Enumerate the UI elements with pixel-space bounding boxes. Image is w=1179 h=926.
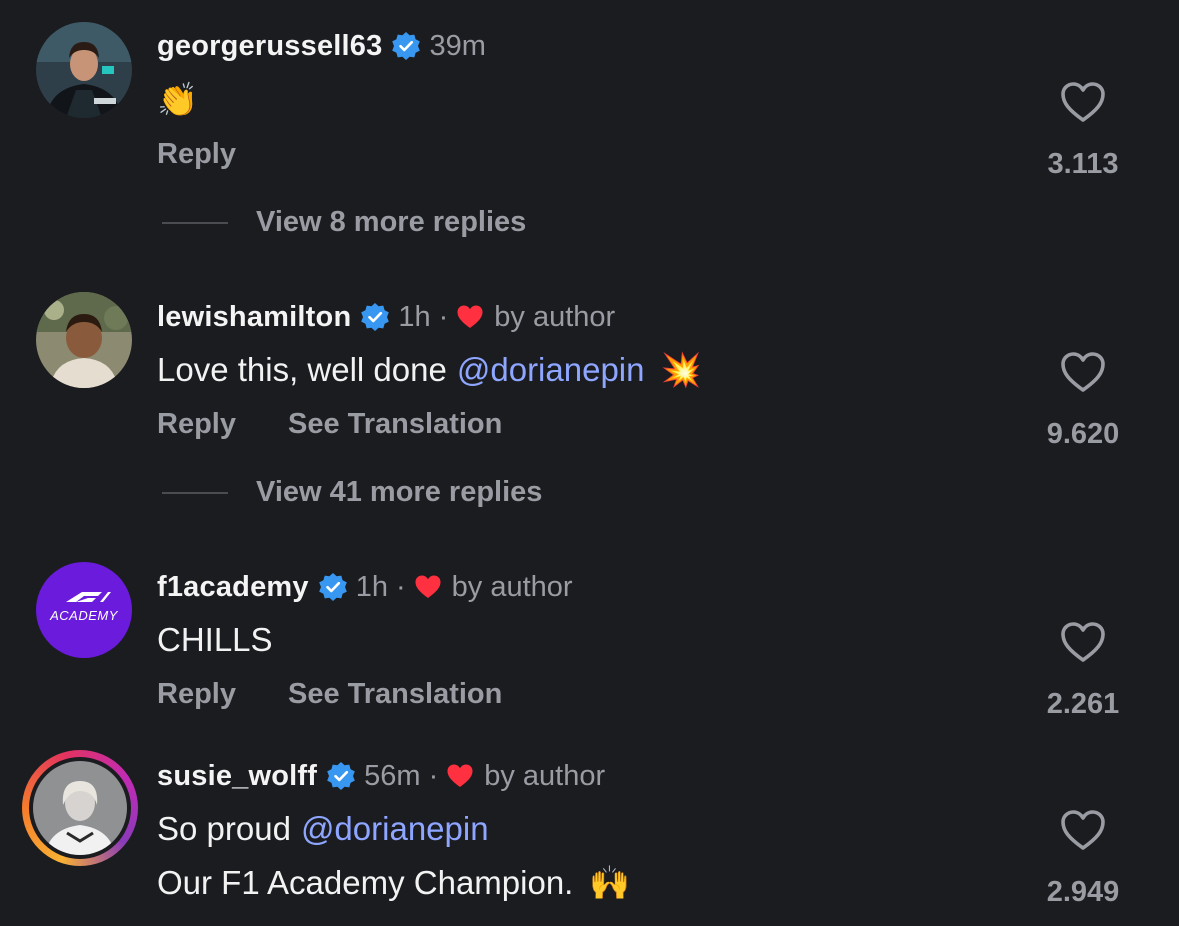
username[interactable]: susie_wolff [157, 760, 317, 793]
separator-dot: · [428, 759, 439, 792]
avatar [33, 761, 127, 855]
liked-by-author-label: by author [484, 759, 606, 792]
like-count: 2.949 [1046, 876, 1120, 908]
portrait-avatar-icon [33, 761, 127, 855]
comments-list: georgerussell63 39m 👏 Reply View 8 more … [0, 0, 1179, 926]
raising-hands-emoji: 🙌 [589, 863, 631, 901]
liked-by-author-heart-icon [447, 764, 473, 787]
verified-badge-icon [327, 762, 355, 790]
story-ring[interactable] [22, 750, 138, 866]
heart-outline-icon[interactable] [1059, 808, 1107, 852]
comment-body-line-2: Our F1 Academy Champion. 🙌 [157, 861, 630, 905]
like-column: 2.949 [1023, 808, 1143, 918]
timestamp: 56m [364, 759, 421, 792]
comment-header: susie_wolff 56m · by author [157, 756, 605, 796]
comment-body-line-1: So proud @dorianepin [157, 807, 489, 851]
comment-text: So proud [157, 810, 291, 847]
comment-text: Our F1 Academy Champion. [157, 864, 574, 901]
comment-susie-wolff: susie_wolff 56m · by author So proud @do… [0, 0, 1179, 926]
mention-link[interactable]: @dorianepin [301, 810, 489, 848]
